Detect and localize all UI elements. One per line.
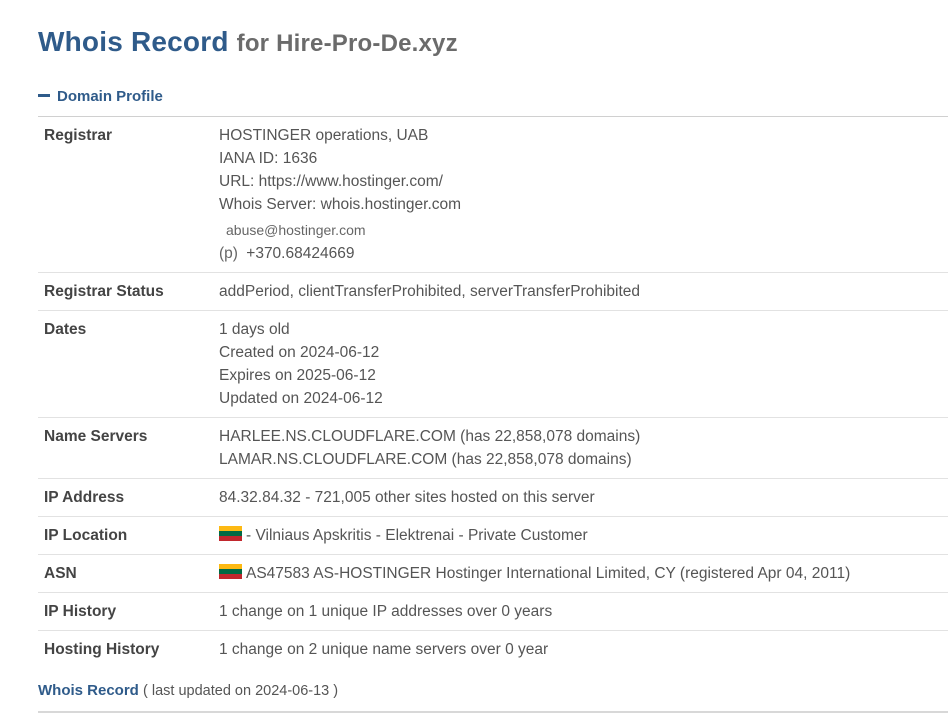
lithuania-flag-icon <box>219 564 242 580</box>
title-main: Whois Record <box>38 26 229 57</box>
lithuania-flag-icon <box>219 526 242 542</box>
registrar-status-label: Registrar Status <box>38 272 207 311</box>
ip-location-label: IP Location <box>38 516 207 555</box>
table-row: IP History 1 change on 1 unique IP addre… <box>38 592 948 631</box>
hosting-history-label: Hosting History <box>44 641 160 658</box>
abuse-email: abuse@hostinger.com <box>226 222 366 238</box>
ip-history-label: IP History <box>38 592 207 631</box>
registrar-url: URL: https://www.hostinger.com/ <box>219 173 443 190</box>
dates-value: 1 days old Created on 2024-06-12 Expires… <box>207 310 948 418</box>
ip-address-label: IP Address <box>38 478 207 517</box>
expires-date: Expires on 2025-06-12 <box>219 367 376 384</box>
registrar-label: Registrar <box>38 117 207 273</box>
footer-divider <box>38 711 948 713</box>
domain-profile-table: Registrar HOSTINGER operations, UAB IANA… <box>38 117 948 668</box>
whois-page: Whois Record for Hire-Pro-De.xyz Domain … <box>0 0 948 717</box>
table-row: IP Address 84.32.84.32 - 721,005 other s… <box>38 478 948 517</box>
domain-profile-label: Domain Profile <box>57 88 163 105</box>
name-server-1: HARLEE.NS.CLOUDFLARE.COM (has 22,858,078… <box>219 428 641 445</box>
created-date: Created on 2024-06-12 <box>219 344 380 361</box>
asn-text: AS47583 AS-HOSTINGER Hostinger Internati… <box>246 565 851 582</box>
table-row: Registrar HOSTINGER operations, UAB IANA… <box>38 117 948 273</box>
updated-date: Updated on 2024-06-12 <box>219 390 383 407</box>
whois-server: Whois Server: whois.hostinger.com <box>219 196 462 213</box>
ip-address-value: 84.32.84.32 - 721,005 other sites hosted… <box>207 478 948 517</box>
domain-age: 1 days old <box>219 321 290 338</box>
registrar-status-value: addPeriod, clientTransferProhibited, ser… <box>207 272 948 311</box>
title-domain: for Hire-Pro-De.xyz <box>236 30 458 57</box>
name-servers-value: HARLEE.NS.CLOUDFLARE.COM (has 22,858,078… <box>207 417 948 479</box>
whois-record-section: Whois Record ( last updated on 2024-06-1… <box>38 682 338 699</box>
ip-history-value: 1 change on 1 unique IP addresses over 0… <box>207 592 948 631</box>
asn-value: AS47583 AS-HOSTINGER Hostinger Internati… <box>207 554 948 593</box>
table-row: Registrar Status addPeriod, clientTransf… <box>38 272 948 311</box>
last-updated-note: ( last updated on 2024-06-13 ) <box>143 683 339 699</box>
name-servers-label: Name Servers <box>38 417 207 479</box>
phone-number: +370.68424669 <box>246 245 355 262</box>
dates-label: Dates <box>38 310 207 418</box>
name-server-2: LAMAR.NS.CLOUDFLARE.COM (has 22,858,078 … <box>219 451 632 468</box>
phone-prefix: (p) <box>219 245 238 262</box>
whois-record-link[interactable]: Whois Record <box>38 682 139 699</box>
asn-label: ASN <box>38 554 207 593</box>
table-row: Name Servers HARLEE.NS.CLOUDFLARE.COM (h… <box>38 417 948 479</box>
table-row: Dates 1 days old Created on 2024-06-12 E… <box>38 310 948 418</box>
ip-location-text: - Vilniaus Apskritis - Elektrenai - Priv… <box>246 527 588 544</box>
table-row: IP Location - Vilniaus Apskritis - Elekt… <box>38 516 948 555</box>
registrar-name: HOSTINGER operations, UAB <box>219 127 429 144</box>
phone-line: (p) +370.68424669 <box>219 242 942 265</box>
iana-id: IANA ID: 1636 <box>219 150 318 167</box>
minus-icon <box>38 93 50 97</box>
domain-profile-toggle[interactable]: Domain Profile <box>38 88 163 105</box>
hosting-history-value: 1 change on 2 unique name servers over 0… <box>219 641 549 658</box>
table-row: ASN AS47583 AS-HOSTINGER Hostinger Inter… <box>38 554 948 593</box>
table-row: Hosting History 1 change on 2 unique nam… <box>38 631 948 669</box>
page-title: Whois Record for Hire-Pro-De.xyz <box>38 26 458 58</box>
registrar-value: HOSTINGER operations, UAB IANA ID: 1636 … <box>207 117 948 273</box>
ip-location-value: - Vilniaus Apskritis - Elektrenai - Priv… <box>207 516 948 555</box>
